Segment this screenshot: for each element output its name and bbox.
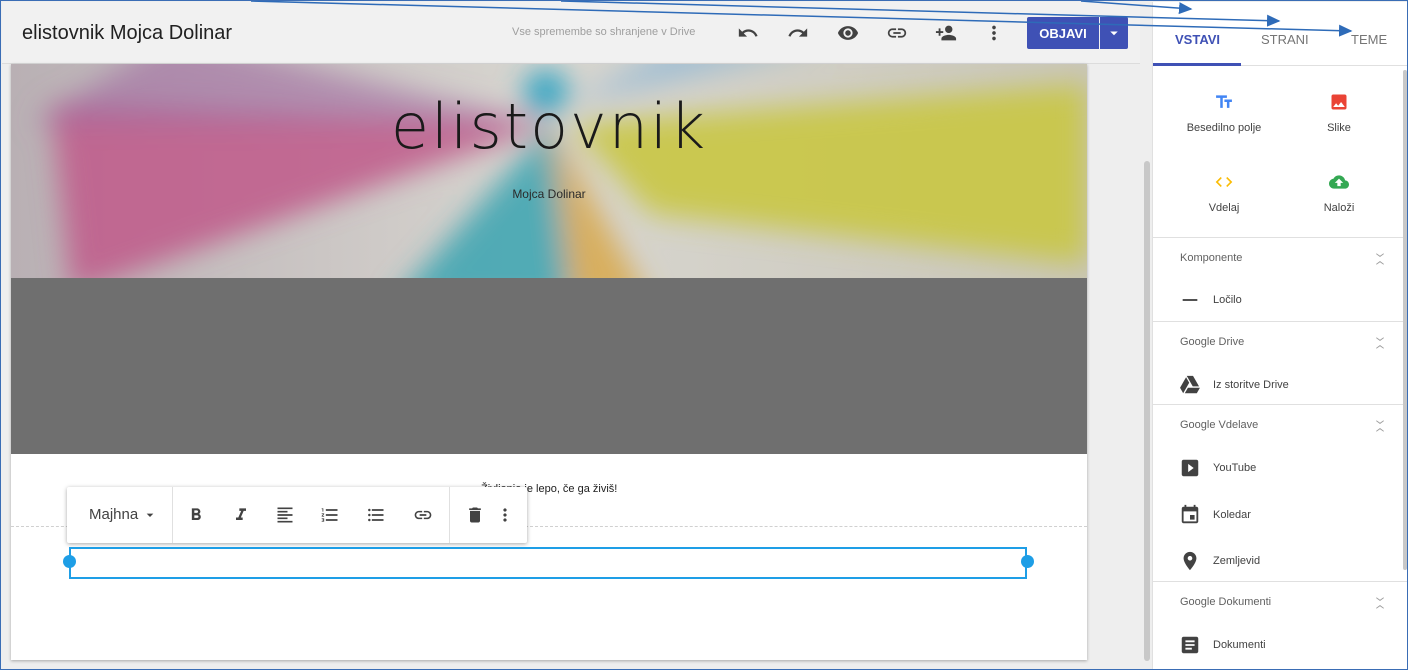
insert-text-box-label: Besedilno polje	[1186, 122, 1262, 134]
docs-item-label: Dokumenti	[1213, 639, 1266, 651]
share-icon[interactable]	[933, 20, 959, 46]
page-canvas[interactable]: elistovnik Mojca Dolinar Življenje je le…	[11, 64, 1087, 660]
selected-divider-element[interactable]	[69, 547, 1027, 579]
text-format-toolbar: Majhna	[67, 487, 527, 543]
drive-item-label: Iz storitve Drive	[1213, 379, 1289, 391]
text-box-icon	[1169, 90, 1279, 114]
embed-icon	[1169, 170, 1279, 194]
italic-icon[interactable]	[229, 503, 253, 527]
toolbar-divider	[449, 487, 450, 543]
calendar-item-label: Koledar	[1213, 509, 1251, 521]
section-embeds-title[interactable]: Google Vdelave	[1180, 419, 1258, 431]
map-item[interactable]: Zemljevid	[1179, 550, 1260, 572]
expand-collapse-icon[interactable]	[1375, 594, 1385, 612]
insert-images-label: Slike	[1327, 122, 1351, 134]
expand-collapse-icon[interactable]	[1375, 334, 1385, 352]
more-icon[interactable]	[493, 503, 517, 527]
undo-icon[interactable]	[735, 20, 761, 46]
insert-embed[interactable]: Vdelaj	[1169, 170, 1279, 214]
tab-pages[interactable]: STRANI	[1261, 32, 1309, 47]
tab-themes[interactable]: TEME	[1351, 32, 1387, 47]
delete-icon[interactable]	[463, 503, 487, 527]
hero-title[interactable]: elistovnik	[11, 90, 1087, 163]
component-divider[interactable]: Ločilo	[1179, 289, 1242, 311]
insert-upload-label: Naloži	[1323, 202, 1355, 214]
map-item-label: Zemljevid	[1213, 555, 1261, 567]
expand-collapse-icon[interactable]	[1375, 250, 1385, 268]
numbered-list-icon[interactable]	[318, 503, 342, 527]
redo-icon[interactable]	[785, 20, 811, 46]
resize-handle-left[interactable]	[63, 555, 76, 568]
youtube-icon	[1181, 459, 1199, 477]
chevron-down-icon	[1110, 31, 1118, 36]
publish-dropdown-button[interactable]	[1100, 17, 1128, 49]
drive-icon	[1180, 375, 1200, 394]
align-left-icon[interactable]	[273, 503, 297, 527]
active-tab-indicator	[1153, 63, 1241, 66]
panel-scrollbar[interactable]	[1403, 70, 1407, 570]
section-docs-title[interactable]: Google Dokumenti	[1180, 596, 1271, 608]
youtube-item-label: YouTube	[1213, 462, 1257, 474]
save-status: Vse spremembe so shranjene v Drive	[512, 26, 696, 38]
text-size-select[interactable]: Majhna	[89, 506, 158, 523]
calendar-item[interactable]: Koledar	[1179, 504, 1251, 526]
bold-icon[interactable]	[184, 503, 208, 527]
drive-item[interactable]: Iz storitve Drive	[1179, 374, 1289, 396]
app-window: elistovnik Mojca Dolinar Vse spremembe s…	[0, 0, 1408, 670]
section-drive-title[interactable]: Google Drive	[1180, 336, 1244, 348]
top-bar: elistovnik Mojca Dolinar Vse spremembe s…	[2, 2, 1140, 64]
map-pin-icon	[1183, 551, 1197, 571]
insert-images[interactable]: Slike	[1284, 90, 1394, 134]
upload-icon	[1284, 170, 1394, 194]
page-header[interactable]: elistovnik Mojca Dolinar	[11, 64, 1087, 454]
docs-item[interactable]: Dokumenti	[1179, 634, 1266, 656]
more-icon[interactable]	[981, 20, 1007, 46]
insert-upload[interactable]: Naloži	[1284, 170, 1394, 214]
publish-button[interactable]: OBJAVI	[1027, 17, 1099, 49]
section-divider	[1153, 237, 1407, 238]
toolbar-divider	[172, 487, 173, 543]
bulleted-list-icon[interactable]	[364, 503, 388, 527]
link-icon[interactable]	[411, 503, 435, 527]
docs-icon	[1181, 636, 1199, 654]
preview-icon[interactable]	[835, 20, 861, 46]
image-icon	[1284, 90, 1394, 114]
link-icon[interactable]	[884, 20, 910, 46]
panel-tabs: VSTAVI STRANI TEME	[1153, 2, 1407, 66]
calendar-icon	[1181, 504, 1199, 524]
text-size-label: Majhna	[89, 506, 139, 523]
canvas-scrollbar[interactable]	[1144, 161, 1150, 661]
hero-subtitle[interactable]: Mojca Dolinar	[11, 187, 1087, 201]
section-components-title[interactable]: Komponente	[1180, 252, 1242, 264]
section-divider	[1153, 581, 1407, 582]
insert-embed-label: Vdelaj	[1208, 202, 1240, 214]
divider-icon	[1182, 299, 1198, 301]
section-divider	[1153, 321, 1407, 322]
youtube-item[interactable]: YouTube	[1179, 457, 1256, 479]
expand-collapse-icon[interactable]	[1375, 417, 1385, 435]
insert-panel: VSTAVI STRANI TEME Besedilno polje Slike…	[1152, 2, 1407, 669]
resize-handle-right[interactable]	[1021, 555, 1034, 568]
tab-insert[interactable]: VSTAVI	[1175, 32, 1220, 47]
insert-text-box[interactable]: Besedilno polje	[1169, 90, 1279, 134]
site-title[interactable]: elistovnik Mojca Dolinar	[22, 22, 232, 45]
component-divider-label: Ločilo	[1213, 294, 1242, 306]
chevron-down-icon	[146, 513, 154, 517]
section-divider	[1153, 404, 1407, 405]
